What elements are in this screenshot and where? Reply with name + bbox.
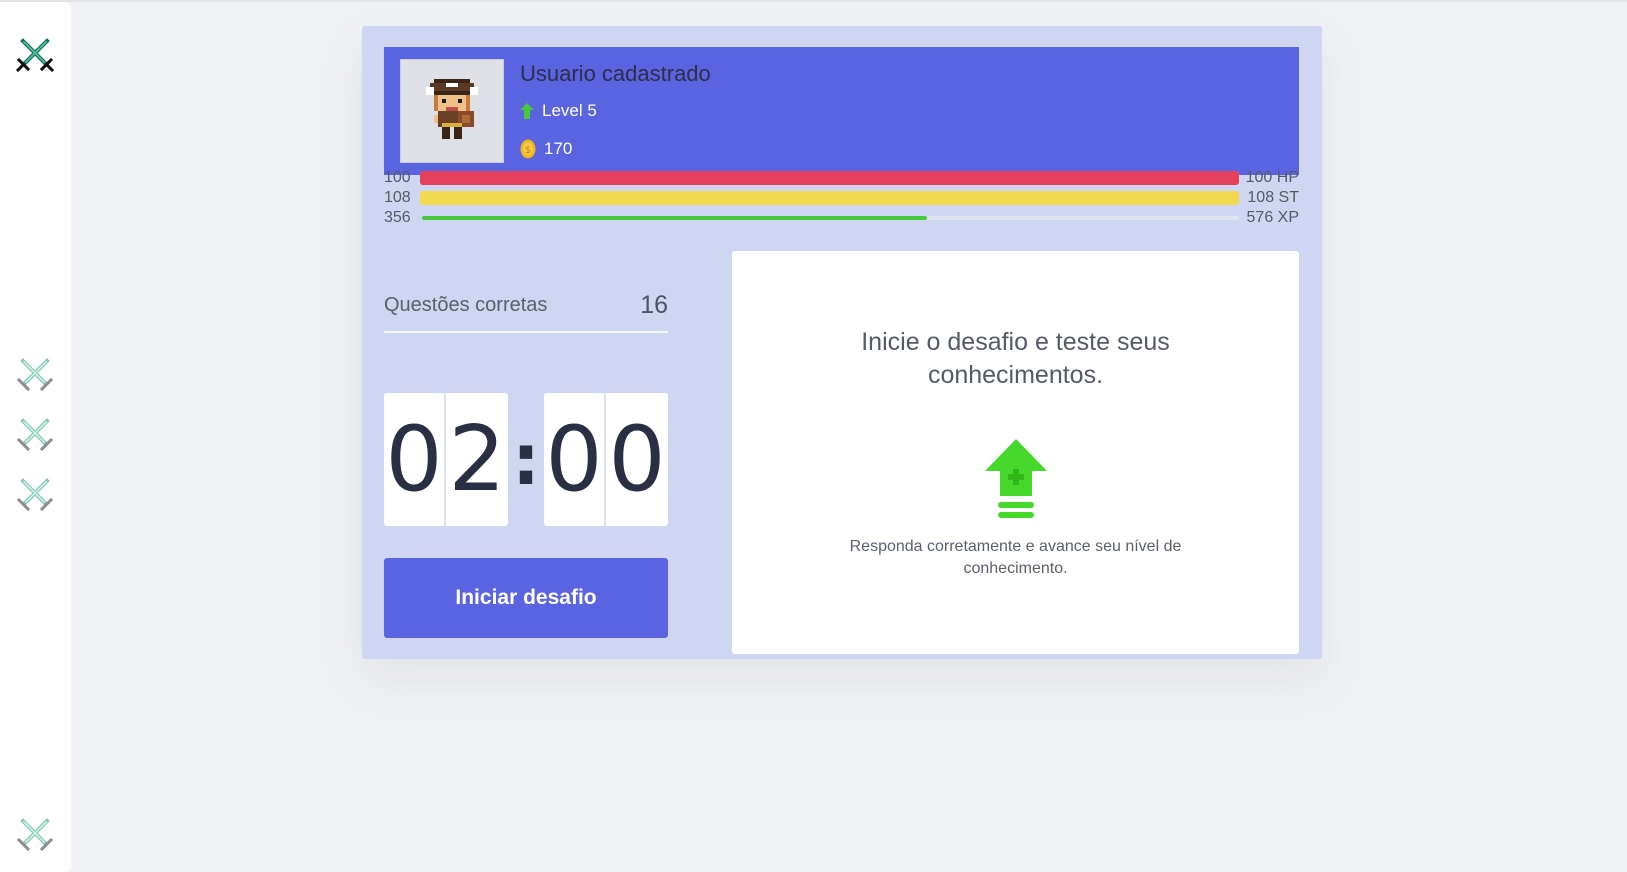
sidebar-item-3[interactable] (12, 410, 58, 456)
coin-count: 170 (544, 139, 573, 158)
hp-bar (420, 171, 1239, 185)
crossed-swords-icon (16, 478, 54, 512)
pixel-pirate-avatar (426, 79, 478, 139)
level-up-arrow-icon (985, 439, 1047, 518)
challenge-description: Responda corretamente e avance seu nível… (849, 538, 1182, 577)
xp-max: 576 XP (1246, 209, 1299, 226)
sidebar-item-4[interactable] (12, 470, 58, 516)
start-challenge-button[interactable]: Iniciar desafio (384, 558, 668, 638)
avatar (400, 59, 504, 163)
svg-text:$: $ (525, 145, 531, 156)
xp-current: 356 (384, 209, 411, 226)
hp-max: 100 HP (1245, 169, 1299, 186)
st-bar-fill (420, 191, 1239, 205)
coin-icon: $ (520, 139, 536, 159)
coin-indicator: $ 170 (520, 139, 572, 159)
correct-answers: Questões corretas 16 (384, 291, 668, 333)
sidebar (0, 2, 71, 872)
timer-seconds-ones: 0 (606, 393, 668, 526)
username: Usuario cadastrado (520, 61, 711, 86)
hp-stat: 100 100 HP (384, 169, 1299, 187)
crossed-swords-icon (15, 38, 55, 73)
challenge-panel: Inicie o desafio e teste seus conhecimen… (732, 251, 1299, 654)
st-current: 108 (384, 189, 411, 206)
xp-bar-fill (422, 216, 927, 220)
top-divider (0, 0, 1627, 2)
timer-minutes-ones: 2 (446, 393, 508, 526)
crossed-swords-icon (16, 358, 54, 392)
xp-bar (422, 216, 1239, 220)
countdown-timer: 0 2 : 0 0 (384, 393, 668, 526)
timer-minutes-tens: 0 (384, 393, 446, 526)
xp-stat: 356 576 XP (384, 209, 1299, 227)
sidebar-item-challenge[interactable] (12, 30, 58, 76)
correct-answers-label: Questões corretas (384, 294, 548, 316)
st-stat: 108 108 ST (384, 189, 1299, 207)
level-label: Level 5 (542, 101, 597, 120)
challenge-title: Inicie o desafio e teste seus conhecimen… (861, 328, 1170, 389)
sidebar-item-2[interactable] (12, 350, 58, 396)
hp-current: 100 (384, 169, 411, 186)
st-bar (420, 191, 1239, 205)
level-indicator: Level 5 (520, 101, 597, 121)
sidebar-item-bottom[interactable] (12, 810, 58, 856)
level-up-arrow-icon (520, 103, 534, 119)
game-card: Usuario cadastrado Level 5 $ 170 100 100… (362, 26, 1322, 659)
correct-answers-count: 16 (640, 291, 668, 319)
crossed-swords-icon (16, 418, 54, 452)
st-max: 108 ST (1247, 189, 1299, 206)
hp-bar-fill (420, 171, 1239, 185)
profile-header: Usuario cadastrado Level 5 $ 170 (384, 47, 1299, 175)
timer-seconds-tens: 0 (544, 393, 606, 526)
crossed-swords-icon (16, 818, 54, 852)
timer-separator: : (512, 418, 540, 501)
